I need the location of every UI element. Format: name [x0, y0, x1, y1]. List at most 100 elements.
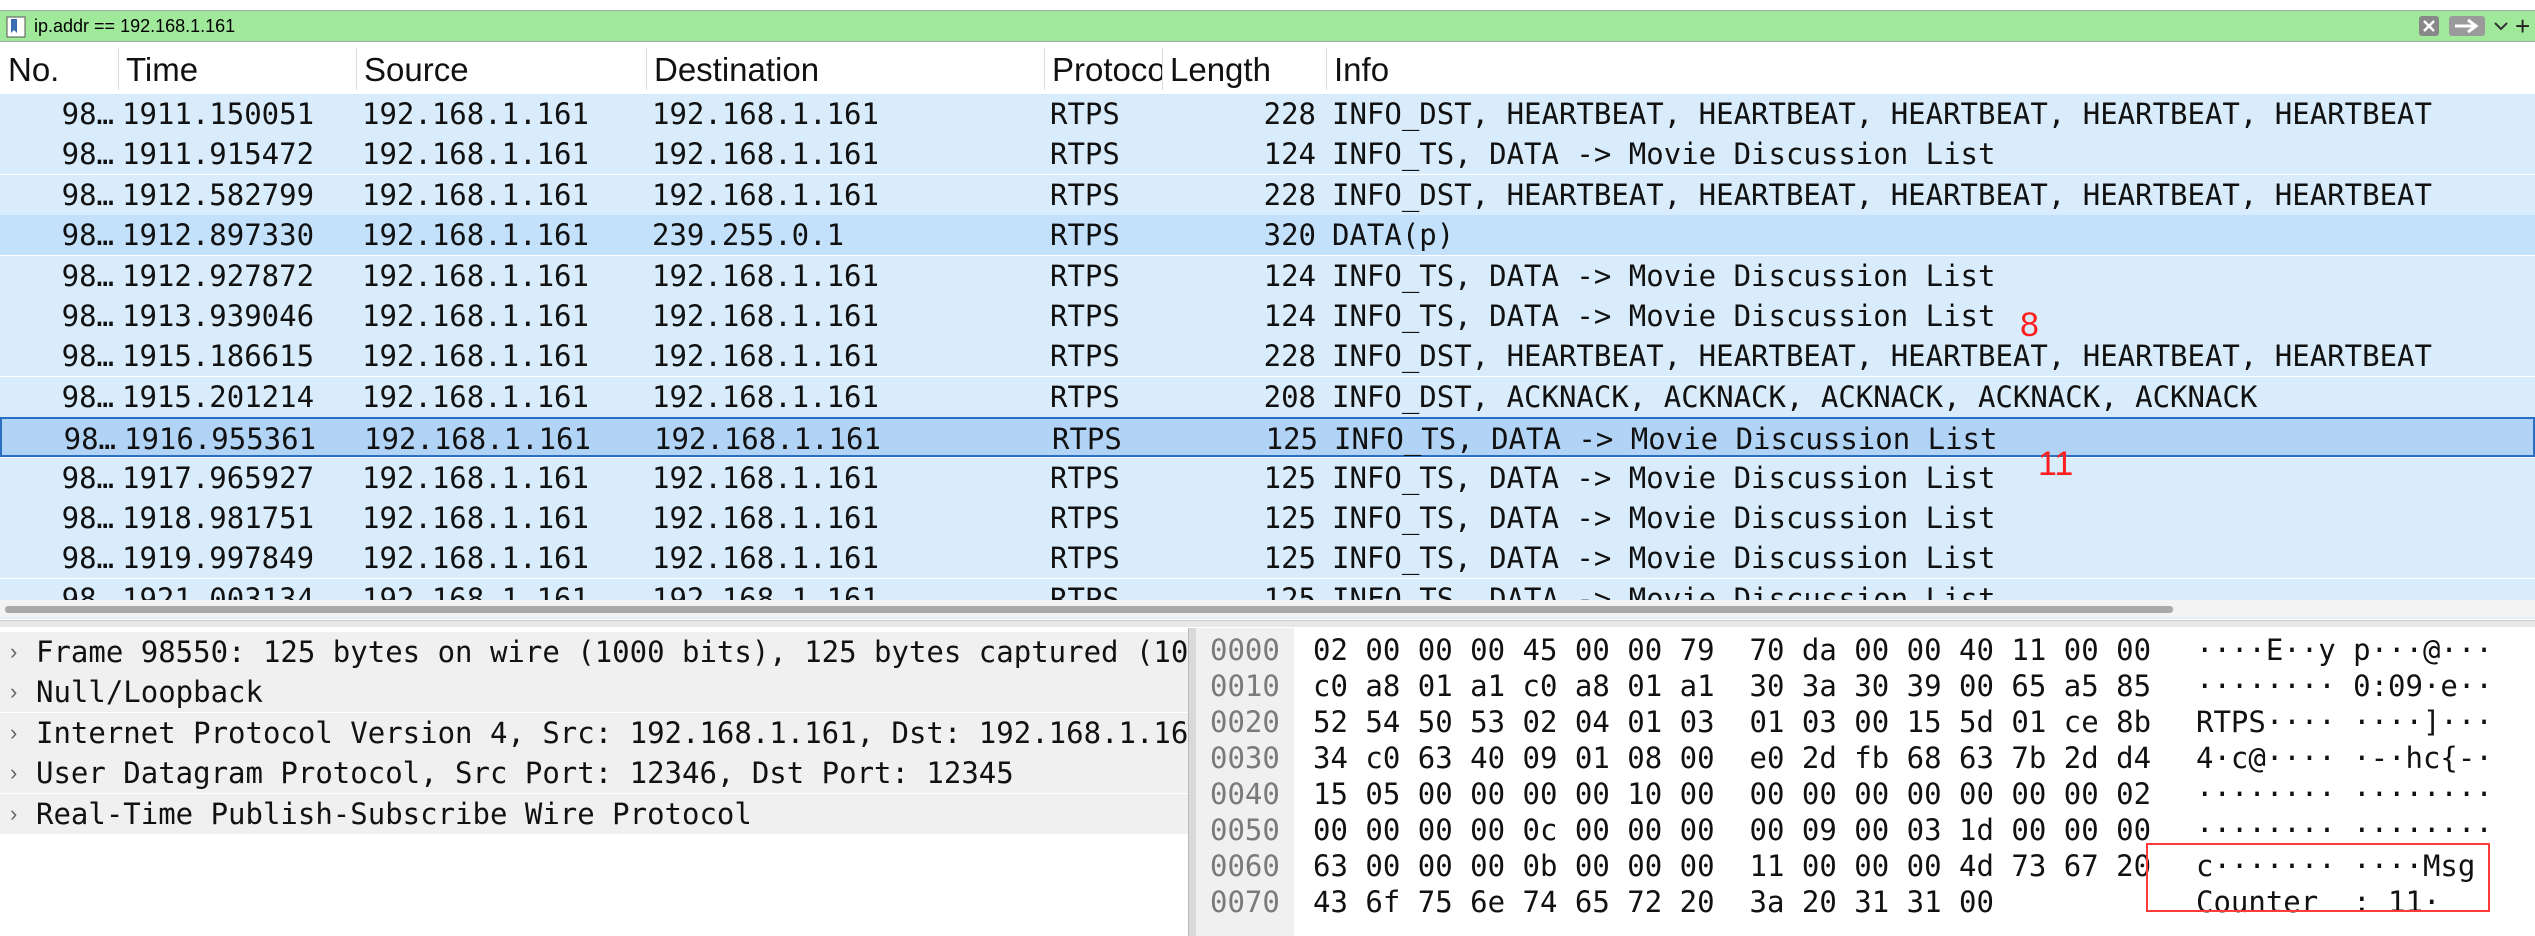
cell-length: 228: [1263, 97, 1316, 131]
details-tree-item[interactable]: › User Datagram Protocol, Src Port: 12346…: [0, 753, 1188, 794]
byte-ascii: ········ ········: [2196, 777, 2493, 811]
bytes-row[interactable]: 0000 02 00 00 00 45 00 00 79 70 da 00 00 …: [1196, 632, 2535, 668]
packet-row[interactable]: 98… 1915.201214 192.168.1.161 192.168.1.161…: [0, 376, 2535, 417]
column-header-source[interactable]: Source: [356, 44, 646, 94]
packet-row[interactable]: 98… 1912.927872 192.168.1.161 192.168.1.161…: [0, 255, 2535, 296]
column-header-length[interactable]: Length: [1162, 44, 1326, 94]
byte-hex: 34 c0 63 40 09 01 08 00 e0 2d fb 68 63 7…: [1313, 741, 2152, 775]
cell-destination: 192.168.1.161: [652, 339, 879, 374]
details-tree-item[interactable]: › Real-Time Publish-Subscribe Wire Protoc…: [0, 793, 1188, 834]
cell-protocol: RTPS: [1050, 460, 1120, 495]
cell-info: INFO_TS, DATA -> Movie Discussion List: [1332, 460, 1996, 495]
byte-hex: 43 6f 75 6e 74 65 72 20 3a 20 31 31 00: [1313, 885, 1994, 919]
packet-row[interactable]: 98… 1918.981751 192.168.1.161 192.168.1.161…: [0, 498, 2535, 538]
details-tree-item[interactable]: › Null/Loopback: [0, 672, 1188, 713]
packet-row[interactable]: 98… 1912.897330 192.168.1.161 239.255.0.1 RT…: [0, 215, 2535, 256]
cell-source: 192.168.1.161: [362, 541, 589, 576]
cell-time: 1915.201214: [122, 379, 315, 414]
cell-destination: 192.168.1.161: [654, 422, 881, 457]
byte-ascii: 4·c@···· ·-·hc{-·: [2196, 741, 2493, 775]
cell-info: INFO_TS, DATA -> Movie Discussion List: [1332, 299, 1996, 333]
cell-protocol: RTPS: [1050, 97, 1120, 131]
cell-time: 1912.582799: [122, 177, 315, 212]
bytes-row[interactable]: 0040 15 05 00 00 00 00 10 00 00 00 00 00 …: [1196, 776, 2535, 812]
cell-no: 98…: [61, 258, 114, 293]
cell-no: 98…: [61, 299, 114, 333]
display-filter-bar[interactable]: ip.addr == 192.168.1.161 +: [0, 10, 2535, 42]
byte-offset: 0020: [1210, 705, 1280, 739]
cell-no: 98…: [61, 97, 114, 131]
packet-row[interactable]: 98… 1916.955361 192.168.1.161 192.168.1.161…: [0, 417, 2535, 458]
cell-length: 124: [1263, 299, 1316, 333]
cell-destination: 192.168.1.161: [652, 541, 879, 576]
add-filter-icon[interactable]: +: [2515, 11, 2535, 41]
cell-time: 1915.186615: [122, 339, 315, 374]
cell-source: 192.168.1.161: [362, 137, 589, 172]
cell-no: 98…: [61, 137, 114, 172]
chevron-right-icon[interactable]: ›: [10, 672, 26, 712]
column-header-info[interactable]: Info: [1326, 44, 2526, 94]
column-header-protocol[interactable]: Protocol: [1044, 44, 1162, 94]
apply-filter-icon[interactable]: [2448, 15, 2486, 37]
byte-offset: 0070: [1210, 885, 1280, 919]
cell-no: 98…: [61, 218, 114, 253]
byte-offset: 0050: [1210, 813, 1280, 847]
column-header-destination[interactable]: Destination: [646, 44, 1044, 94]
cell-time: 1916.955361: [124, 422, 317, 457]
chevron-right-icon[interactable]: ›: [10, 753, 26, 793]
cell-no: 98…: [61, 541, 114, 576]
packet-list-header: No. Time Source Destination Protocol Len…: [0, 44, 2535, 94]
column-header-time[interactable]: Time: [118, 44, 356, 94]
display-filter-input[interactable]: ip.addr == 192.168.1.161: [34, 14, 235, 38]
cell-no: 98…: [61, 339, 114, 374]
packet-row[interactable]: 98… 1913.939046 192.168.1.161 192.168.1.161…: [0, 296, 2535, 336]
horizontal-scrollbar-thumb[interactable]: [5, 606, 2173, 613]
bookmark-icon[interactable]: [5, 16, 27, 38]
cell-source: 192.168.1.161: [362, 258, 589, 293]
cell-source: 192.168.1.161: [364, 422, 591, 457]
cell-protocol: RTPS: [1050, 379, 1120, 414]
cell-info: INFO_TS, DATA -> Movie Discussion List: [1332, 501, 1996, 535]
dropdown-icon[interactable]: [2490, 15, 2512, 37]
cell-destination: 192.168.1.161: [652, 299, 879, 333]
cell-no: 98…: [61, 379, 114, 414]
packet-row[interactable]: 98… 1919.997849 192.168.1.161 192.168.1.161…: [0, 538, 2535, 579]
cell-destination: 192.168.1.161: [652, 137, 879, 172]
byte-hex: 02 00 00 00 45 00 00 79 70 da 00 00 40 1…: [1313, 633, 2152, 667]
cell-time: 1917.965927: [122, 460, 315, 495]
packet-list[interactable]: No. Time Source Destination Protocol Len…: [0, 44, 2535, 620]
bytes-row[interactable]: 0030 34 c0 63 40 09 01 08 00 e0 2d fb 68 …: [1196, 740, 2535, 776]
chevron-right-icon[interactable]: ›: [10, 713, 26, 753]
cell-protocol: RTPS: [1052, 422, 1122, 457]
annotation-highlight-box: [2146, 843, 2490, 912]
packet-row[interactable]: 98… 1915.186615 192.168.1.161 192.168.1.161…: [0, 336, 2535, 377]
cell-time: 1911.915472: [122, 137, 315, 172]
packet-details-pane[interactable]: › Frame 98550: 125 bytes on wire (1000 bi…: [0, 628, 1188, 936]
packet-row[interactable]: 98… 1912.582799 192.168.1.161 192.168.1.161…: [0, 174, 2535, 215]
cell-length: 228: [1263, 177, 1316, 212]
cell-protocol: RTPS: [1050, 541, 1120, 576]
clear-filter-icon[interactable]: [2418, 15, 2440, 37]
cell-time: 1918.981751: [122, 501, 315, 535]
cell-source: 192.168.1.161: [362, 501, 589, 535]
cell-destination: 192.168.1.161: [652, 460, 879, 495]
details-tree-item[interactable]: › Internet Protocol Version 4, Src: 192.1…: [0, 712, 1188, 753]
cell-length: 125: [1263, 541, 1316, 576]
cell-source: 192.168.1.161: [362, 460, 589, 495]
cell-time: 1913.939046: [122, 299, 315, 333]
cell-time: 1911.150051: [122, 97, 315, 131]
cell-protocol: RTPS: [1050, 177, 1120, 212]
packet-row[interactable]: 98… 1917.965927 192.168.1.161 192.168.1.161…: [0, 457, 2535, 498]
packet-row[interactable]: 98… 1911.150051 192.168.1.161 192.168.1.161…: [0, 94, 2535, 134]
cell-time: 1912.927872: [122, 258, 315, 293]
bytes-row[interactable]: 0020 52 54 50 53 02 04 01 03 01 03 00 15 …: [1196, 704, 2535, 740]
chevron-right-icon[interactable]: ›: [10, 632, 26, 672]
column-header-no[interactable]: No.: [0, 44, 118, 94]
chevron-right-icon[interactable]: ›: [10, 794, 26, 834]
details-tree-item[interactable]: › Frame 98550: 125 bytes on wire (1000 bi…: [0, 632, 1188, 672]
details-tree-label: Real-Time Publish-Subscribe Wire Protoco…: [36, 796, 752, 831]
cell-protocol: RTPS: [1050, 299, 1120, 333]
pane-splitter[interactable]: [0, 620, 2535, 627]
bytes-row[interactable]: 0010 c0 a8 01 a1 c0 a8 01 a1 30 3a 30 39 …: [1196, 668, 2535, 704]
packet-row[interactable]: 98… 1911.915472 192.168.1.161 192.168.1.161…: [0, 134, 2535, 175]
